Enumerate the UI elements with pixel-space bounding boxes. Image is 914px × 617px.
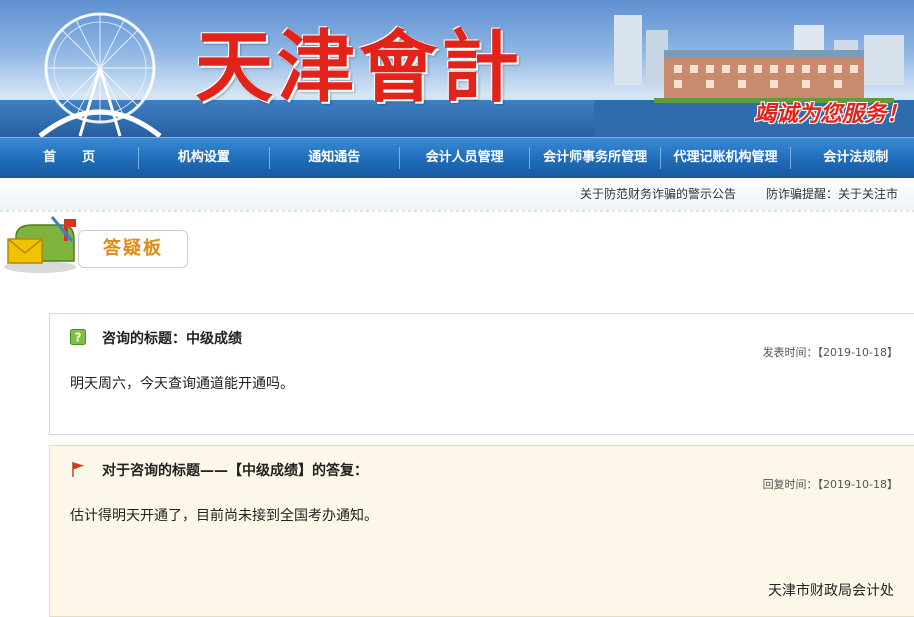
ferris-wheel-illustration [38, 12, 162, 137]
nav-item-accountant-management[interactable]: 会计人员管理 [400, 138, 529, 178]
answer-title: 对于咨询的标题——【中级成绩】的答复： [102, 463, 368, 479]
question-time: 发表时间：【2019-10-18】 [762, 346, 898, 359]
nav-item-home[interactable]: 首 页 [0, 138, 138, 178]
answer-body: 估计得明天开通了，目前尚未接到全国考办通知。 [70, 508, 378, 524]
answer-card: 对于咨询的标题——【中级成绩】的答复： 回复时间：【2019-10-18】 估计… [49, 445, 914, 617]
banner-slogan: 竭诚为您服务！ [753, 101, 908, 127]
nav-item-bookkeeping-agency[interactable]: 代理记账机构管理 [661, 138, 790, 178]
divider [0, 210, 914, 214]
red-flag-icon [72, 462, 84, 477]
answer-signature: 天津市财政局会计处 [768, 583, 894, 599]
answer-time: 回复时间：【2019-10-18】 [762, 478, 898, 491]
site-banner: 天津會計 竭诚为您服务！ [0, 0, 914, 137]
board-title: 答疑板 [78, 230, 188, 268]
question-mark-icon: ? [70, 329, 86, 345]
question-body: 明天周六，今天查询通道能开通吗。 [70, 376, 294, 392]
ticker-link[interactable]: 关于防范财务诈骗的警示公告 [580, 187, 736, 201]
site-logo-text: 天津會計 [195, 22, 524, 113]
nav-item-regulations[interactable]: 会计法规制 [791, 138, 914, 178]
news-ticker: 关于防范财务诈骗的警示公告 防诈骗提醒：关于关注市 [0, 178, 914, 210]
svg-text:?: ? [75, 331, 82, 345]
main-nav: 首 页 机构设置 通知通告 会计人员管理 会计师事务所管理 代理记账机构管理 会… [0, 137, 914, 178]
question-title: 咨询的标题：中级成绩 [102, 331, 242, 347]
nav-item-firm-management[interactable]: 会计师事务所管理 [530, 138, 659, 178]
nav-item-notices[interactable]: 通知通告 [270, 138, 399, 178]
ticker-link[interactable]: 防诈骗提醒：关于关注市 [766, 187, 898, 201]
mailbox-icon [4, 216, 76, 273]
nav-item-organization[interactable]: 机构设置 [139, 138, 268, 178]
question-card: ? 咨询的标题：中级成绩 发表时间：【2019-10-18】 明天周六，今天查询… [49, 313, 914, 435]
